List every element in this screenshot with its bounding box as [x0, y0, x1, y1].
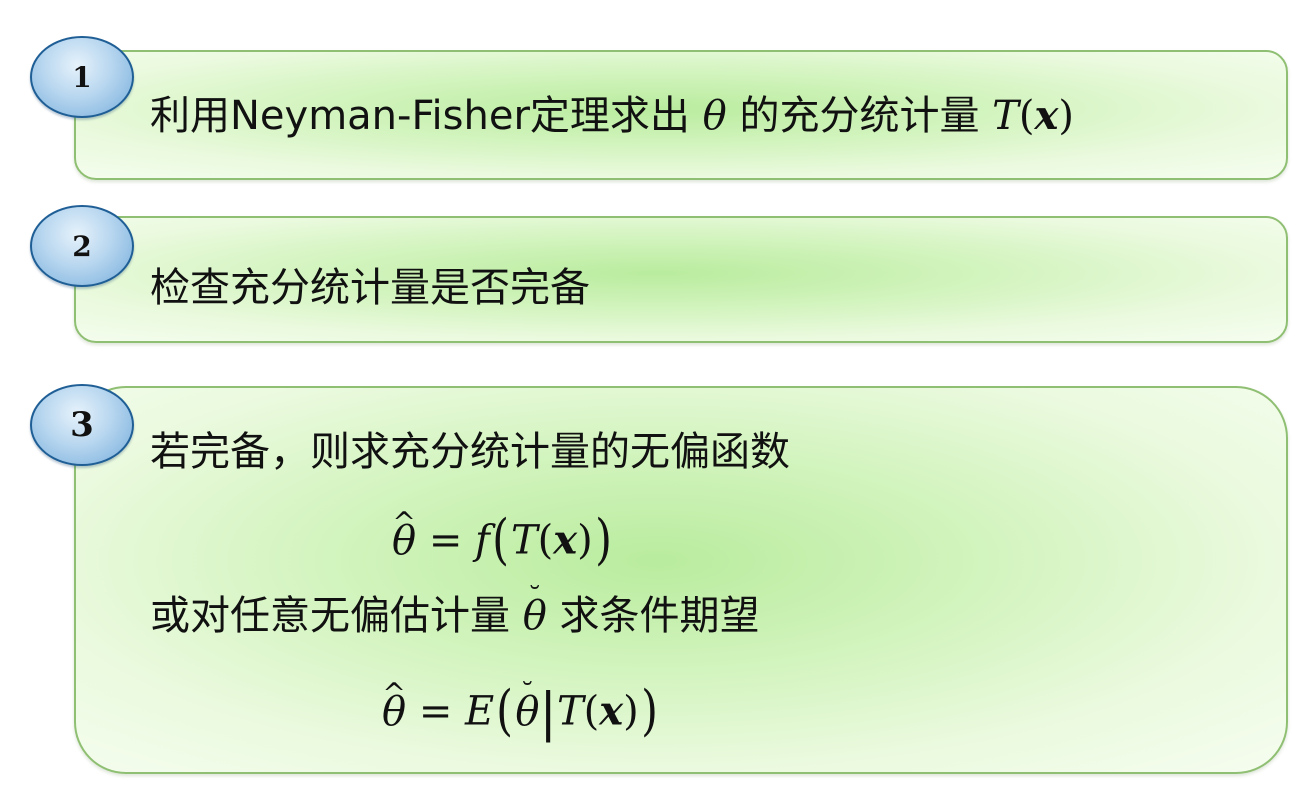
- equals-sign: =: [428, 517, 463, 564]
- stat-T: T: [510, 517, 538, 564]
- line-2-suffix: 求条件期望: [559, 593, 760, 639]
- step-number: 1: [72, 60, 92, 94]
- step-1-prefix: 利用Neyman-Fisher定理求出: [150, 93, 690, 139]
- stat-T: T: [992, 93, 1019, 139]
- step-number: 2: [72, 229, 92, 263]
- stat-x: x: [599, 687, 624, 735]
- stat-T: T: [556, 688, 584, 735]
- theta-symbol: θ: [702, 93, 727, 139]
- step-1-text: 利用Neyman-Fisher定理求出 θ 的充分统计量 T(x): [150, 92, 1074, 139]
- stat-x: x: [553, 516, 578, 564]
- func-E: E: [465, 688, 495, 735]
- theta-breve: ˘ θ: [515, 676, 540, 735]
- step-1-middle: 的充分统计量: [739, 93, 980, 139]
- step-3-badge: 3: [30, 384, 134, 466]
- stat-x: x: [1034, 92, 1059, 139]
- step-2-text: 检查充分统计量是否完备: [150, 265, 590, 311]
- line-2-prefix: 或对任意无偏估计量: [150, 593, 510, 639]
- func-f: f: [475, 517, 490, 564]
- step-3-line-1: 若完备，则求充分统计量的无偏函数: [150, 429, 790, 475]
- theta-hat: ^ θ: [382, 676, 407, 735]
- conditional-bar: |: [539, 682, 557, 743]
- step-3-line-2: 或对任意无偏估计量 ˘ θ 求条件期望: [150, 581, 760, 639]
- step-number: 3: [70, 405, 94, 445]
- formula-conditional-expectation: ^ θ = E(˘ θ|T(x)): [382, 676, 658, 743]
- step-1-badge: 1: [30, 36, 134, 118]
- step-2-badge: 2: [30, 205, 134, 287]
- formula-unbiased-function: ^ θ = f(T(x)): [392, 505, 612, 571]
- equals-sign: =: [418, 688, 453, 735]
- theta-breve: ˘ θ: [522, 581, 547, 639]
- theta-hat: ^ θ: [392, 505, 417, 564]
